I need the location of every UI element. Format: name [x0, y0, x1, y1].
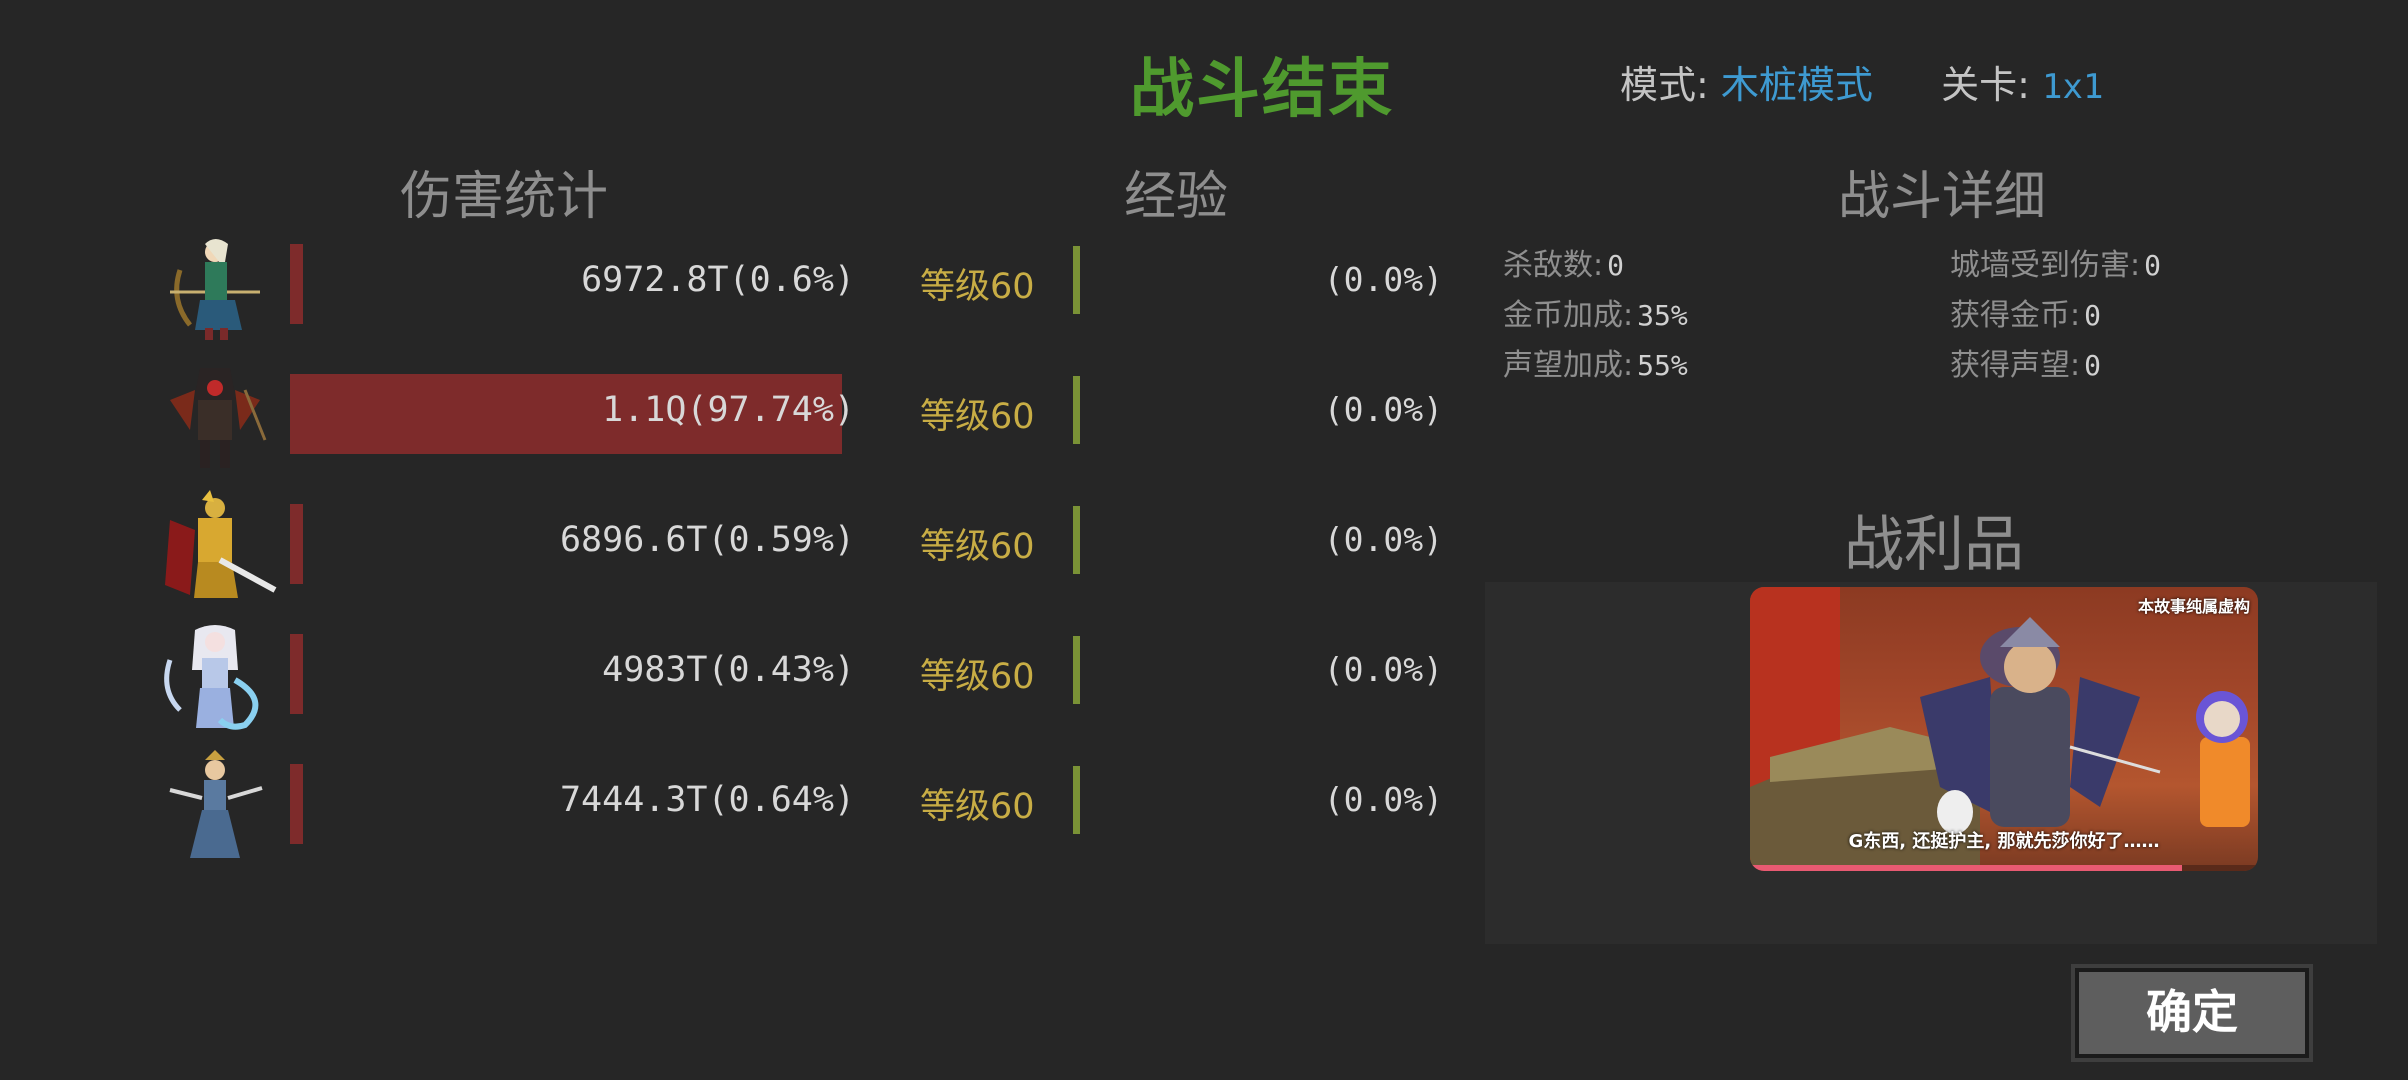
gold-bonus-value: 35%	[1637, 299, 1688, 332]
fame-bonus-label: 声望加成:	[1503, 348, 1634, 383]
wall-damage-stat: 城墙受到伤害: 0	[1950, 240, 2161, 284]
exp-value: (0.0%)	[1323, 260, 1443, 299]
video-ad[interactable]: 本故事纯属虚构 G东西, 还挺护主, 那就先莎你好了……	[1750, 587, 2258, 871]
hero-row: 7444.3T(0.64%) 等级60 (0.0%)	[0, 750, 1460, 858]
hero-level: 等级60	[920, 787, 1035, 827]
damage-bar: 6896.6T(0.59%)	[290, 504, 855, 584]
hero-row: 6972.8T(0.6%) 等级60 (0.0%)	[0, 238, 1460, 340]
hero-level: 等级60	[920, 267, 1035, 307]
damage-value: 1.1Q(97.74%)	[602, 390, 855, 430]
damage-bar: 4983T(0.43%)	[290, 634, 855, 714]
exp-value: (0.0%)	[1323, 390, 1443, 429]
gold-gained-label: 获得金币:	[1950, 298, 2081, 333]
ad-disclaimer: 本故事纯属虚构	[2137, 597, 2250, 616]
battle-end-title: 战斗结束	[1130, 53, 1394, 127]
exp-heading: 经验	[1124, 167, 1229, 227]
kills-label: 杀敌数:	[1503, 248, 1604, 283]
confirm-button[interactable]: 确定	[2071, 964, 2313, 1062]
kills-value: 0	[1607, 249, 1624, 282]
fame-gained-value: 0	[2084, 349, 2101, 382]
elf-archer-portrait	[150, 230, 280, 342]
ad-progress-bar	[1750, 865, 2258, 871]
exp-bar: (0.0%)	[1073, 636, 1443, 704]
damage-bar-fill	[290, 244, 303, 324]
ad-subtitle: G东西, 还挺护主, 那就先莎你好了……	[1848, 831, 2160, 852]
hero-row: 6896.6T(0.59%) 等级60 (0.0%)	[0, 490, 1460, 598]
damage-value: 7444.3T(0.64%)	[559, 780, 855, 820]
exp-bar-fill	[1073, 376, 1080, 444]
loot-heading: 战利品	[1844, 510, 2024, 580]
wall-damage-value: 0	[2144, 249, 2161, 282]
golden-knight-portrait	[150, 490, 280, 602]
damage-value: 6972.8T(0.6%)	[581, 260, 855, 300]
exp-value: (0.0%)	[1323, 650, 1443, 689]
fame-bonus-stat: 声望加成: 55%	[1503, 340, 1688, 384]
stage-label: 关卡:	[1941, 63, 2030, 107]
hero-level: 等级60	[920, 397, 1035, 437]
mode-info: 模式: 木桩模式 关卡: 1x1	[1620, 54, 2103, 109]
ice-sorceress-portrait	[150, 620, 280, 732]
gold-bonus-label: 金币加成:	[1503, 298, 1634, 333]
stage-value: 1x1	[2042, 67, 2104, 107]
exp-bar-fill	[1073, 506, 1080, 574]
fame-gained-stat: 获得声望: 0	[1950, 340, 2101, 384]
damage-bar-fill	[290, 634, 303, 714]
exp-bar-fill	[1073, 766, 1080, 834]
damage-bar: 6972.8T(0.6%)	[290, 244, 855, 324]
hero-level: 等级60	[920, 657, 1035, 697]
exp-value: (0.0%)	[1323, 780, 1443, 819]
exp-bar: (0.0%)	[1073, 506, 1443, 574]
gold-gained-value: 0	[2084, 299, 2101, 332]
exp-bar-fill	[1073, 246, 1080, 314]
ad-progress-fill	[1750, 865, 2182, 871]
damage-value: 4983T(0.43%)	[602, 650, 855, 690]
blade-dancer-portrait	[150, 750, 280, 862]
battle-details-heading: 战斗详细	[1838, 167, 2047, 227]
exp-bar: (0.0%)	[1073, 246, 1443, 314]
gold-bonus-stat: 金币加成: 35%	[1503, 290, 1688, 334]
damage-stats-heading: 伤害统计	[400, 167, 609, 227]
damage-bar-fill	[290, 764, 303, 844]
hero-row: 4983T(0.43%) 等级60 (0.0%)	[0, 625, 1460, 730]
wall-damage-label: 城墙受到伤害:	[1950, 248, 2141, 283]
fame-gained-label: 获得声望:	[1950, 348, 2081, 383]
exp-value: (0.0%)	[1323, 520, 1443, 559]
exp-bar: (0.0%)	[1073, 376, 1443, 444]
exp-bar-fill	[1073, 636, 1080, 704]
kills-stat: 杀敌数: 0	[1503, 240, 1624, 284]
hero-level: 等级60	[920, 527, 1035, 567]
gold-gained-stat: 获得金币: 0	[1950, 290, 2101, 334]
mode-label: 模式:	[1620, 63, 1709, 107]
exp-bar: (0.0%)	[1073, 766, 1443, 834]
fame-bonus-value: 55%	[1637, 349, 1688, 382]
damage-bar: 7444.3T(0.64%)	[290, 764, 855, 844]
mode-value: 木桩模式	[1720, 63, 1873, 107]
damage-value: 6896.6T(0.59%)	[559, 520, 855, 560]
hooded-assassin-portrait	[150, 360, 280, 472]
damage-bar: 1.1Q(97.74%)	[290, 374, 855, 454]
damage-bar-fill	[290, 504, 303, 584]
hero-row: 1.1Q(97.74%) 等级60 (0.0%)	[0, 368, 1460, 468]
